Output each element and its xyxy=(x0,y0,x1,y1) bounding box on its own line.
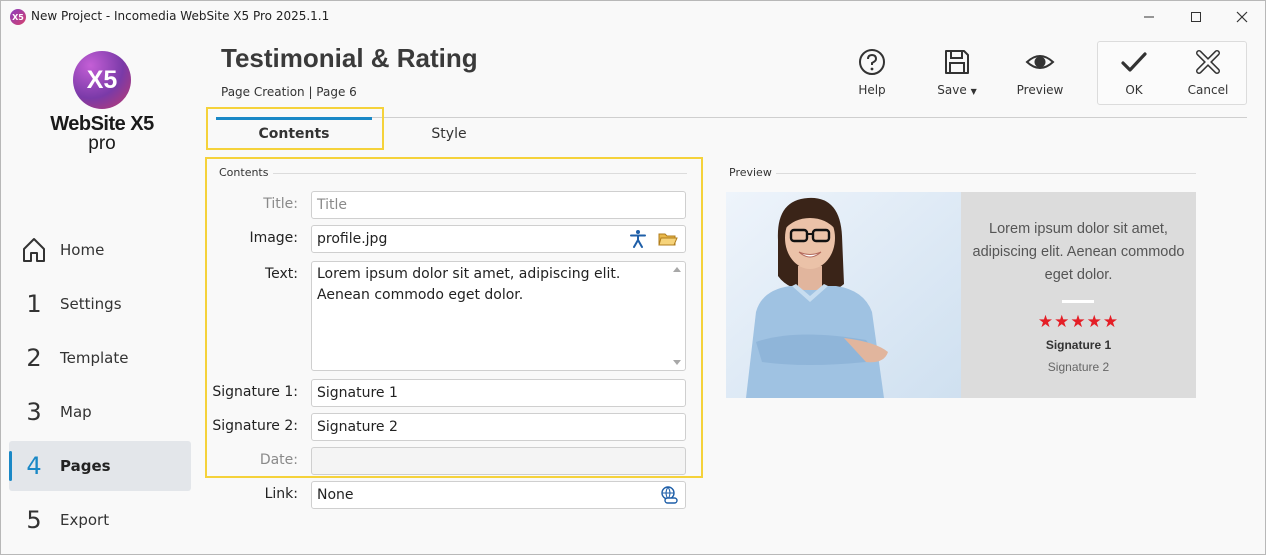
contents-highlight xyxy=(205,157,703,478)
app-window: X5 New Project - Incomedia WebSite X5 Pr… xyxy=(0,0,1266,555)
close-icon xyxy=(1236,11,1248,22)
step-number: 3 xyxy=(26,398,42,426)
ok-button[interactable]: OK xyxy=(1101,47,1167,103)
link-value: None xyxy=(317,487,354,503)
preview-button[interactable]: Preview xyxy=(1007,47,1073,103)
breadcrumb: Page Creation | Page 6 xyxy=(221,85,357,99)
close-window-button[interactable] xyxy=(1219,1,1265,32)
preview-signature2: Signature 2 xyxy=(1047,360,1110,374)
title-bar: X5 New Project - Incomedia WebSite X5 Pr… xyxy=(1,1,1265,32)
checkmark-icon xyxy=(1121,52,1147,72)
help-button[interactable]: Help xyxy=(839,47,905,103)
maximize-icon xyxy=(1191,11,1201,22)
maximize-button[interactable] xyxy=(1173,1,1219,32)
cancel-x-icon xyxy=(1196,50,1220,74)
quote-panel: Lorem ipsum dolor sit amet, adipiscing e… xyxy=(961,192,1196,398)
preview-section-title: Preview xyxy=(729,166,772,179)
sidebar-item-label: Home xyxy=(60,241,105,259)
preview-signature1: Signature 1 xyxy=(1045,338,1112,352)
cancel-label: Cancel xyxy=(1187,83,1229,97)
step-number: 4 xyxy=(26,452,42,480)
tab-highlight xyxy=(206,107,384,150)
link-label: Link: xyxy=(264,486,298,502)
home-icon xyxy=(23,238,45,262)
logo-edition: pro xyxy=(88,133,116,154)
tab-style[interactable]: Style xyxy=(391,119,507,149)
help-icon xyxy=(859,49,885,75)
save-label: Save ▼ xyxy=(937,83,977,97)
chevron-down-icon: ▼ xyxy=(970,87,977,96)
profile-photo xyxy=(726,192,961,398)
page-title: Testimonial & Rating xyxy=(221,43,478,73)
sidebar-item-label: Map xyxy=(60,403,92,421)
save-icon xyxy=(945,50,969,74)
quote-divider xyxy=(1062,300,1094,303)
ok-label: OK xyxy=(1125,83,1143,97)
step-number: 2 xyxy=(26,344,42,372)
cancel-button[interactable]: Cancel xyxy=(1175,47,1241,103)
sidebar-item-label: Export xyxy=(60,511,110,529)
link-globe-icon[interactable] xyxy=(659,485,679,505)
sidebar-item-home[interactable]: Home xyxy=(9,225,191,275)
app-logo-icon: X5 xyxy=(10,9,26,25)
preview-label: Preview xyxy=(1016,83,1064,97)
eye-icon xyxy=(1025,55,1055,69)
sidebar-item-settings[interactable]: 1 Settings xyxy=(9,279,191,329)
sidebar-item-export[interactable]: 5 Export xyxy=(9,495,191,545)
preview-quote-text: Lorem ipsum dolor sit amet, adipiscing e… xyxy=(972,221,1185,283)
minimize-icon xyxy=(1144,16,1154,17)
help-label: Help xyxy=(858,83,886,97)
product-logo: X5 WebSite X5 pro xyxy=(41,49,166,159)
star-rating: ★★★★★ xyxy=(1037,312,1120,332)
step-number: 5 xyxy=(26,506,42,534)
window-title: New Project - Incomedia WebSite X5 Pro 2… xyxy=(31,9,330,23)
sidebar-item-pages[interactable]: 4 Pages xyxy=(9,441,191,491)
save-button[interactable]: Save ▼ xyxy=(924,47,990,103)
logo-mark: X5 xyxy=(73,51,131,109)
step-number: 1 xyxy=(26,290,42,318)
preview-section-divider xyxy=(776,173,1196,174)
link-input[interactable]: None xyxy=(311,481,686,509)
sidebar-item-map[interactable]: 3 Map xyxy=(9,387,191,437)
minimize-button[interactable] xyxy=(1126,1,1172,32)
testimonial-preview: Lorem ipsum dolor sit amet, adipiscing e… xyxy=(726,192,1196,398)
sidebar-item-template[interactable]: 2 Template xyxy=(9,333,191,383)
sidebar-item-label: Pages xyxy=(60,457,111,475)
sidebar-item-label: Template xyxy=(60,349,129,367)
sidebar-item-label: Settings xyxy=(60,295,122,313)
